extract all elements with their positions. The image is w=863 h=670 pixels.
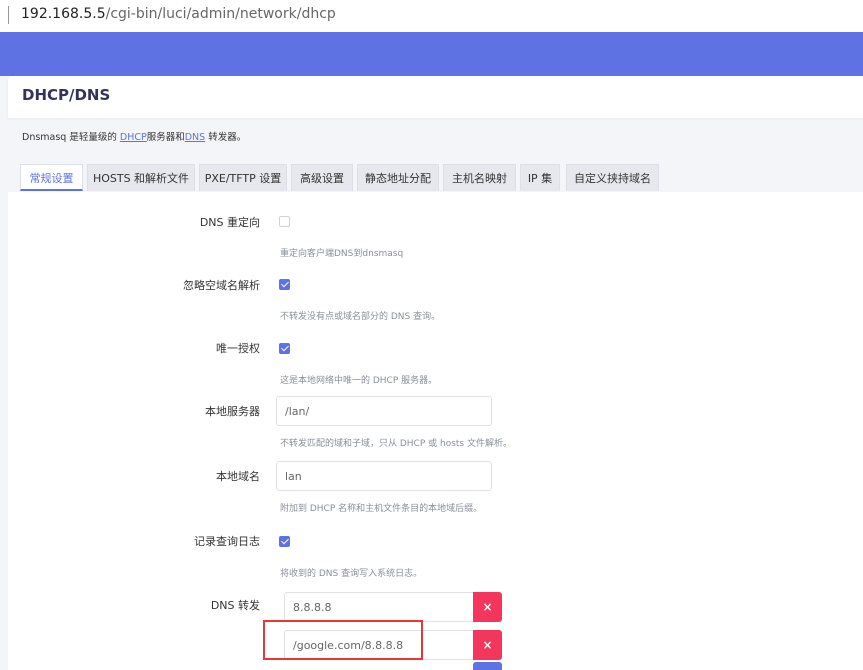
local-domain-label: 本地域名 bbox=[216, 470, 260, 483]
local-domain-hint: 附加到 DHCP 名称和主机文件条目的本地域后缀。 bbox=[280, 504, 483, 514]
local-server-label: 本地服务器 bbox=[205, 405, 260, 418]
page-description: Dnsmasq 是轻量级的 DHCP服务器和DNS 转发器。 bbox=[22, 129, 246, 143]
dns-forward-remove-button-1[interactable]: × bbox=[473, 592, 502, 622]
tab-ipsets[interactable]: IP 集 bbox=[520, 164, 560, 191]
local-domain-input[interactable] bbox=[276, 461, 492, 491]
dns-redirect-checkbox[interactable] bbox=[279, 216, 290, 227]
tab-hosts[interactable]: HOSTS 和解析文件 bbox=[87, 164, 195, 191]
tab-hostnames[interactable]: 主机名映射 bbox=[443, 164, 516, 191]
page-title: DHCP/DNS bbox=[22, 86, 111, 104]
ignore-empty-label: 忽略空域名解析 bbox=[183, 279, 260, 292]
authoritative-label: 唯一授权 bbox=[216, 342, 260, 355]
authoritative-checkbox[interactable] bbox=[279, 343, 290, 354]
dns-forward-label: DNS 转发 bbox=[210, 599, 260, 612]
tab-static-leases[interactable]: 静态地址分配 bbox=[357, 164, 439, 191]
address-bar-divider bbox=[8, 6, 9, 24]
settings-tabs: 常规设置 HOSTS 和解析文件 PXE/TFTP 设置 高级设置 静态地址分配… bbox=[8, 160, 863, 192]
top-header-bar bbox=[0, 32, 863, 76]
ignore-empty-checkbox[interactable] bbox=[279, 279, 290, 290]
dns-link[interactable]: DNS bbox=[185, 132, 205, 143]
url-text[interactable]: 192.168.5.5/cgi-bin/luci/admin/network/d… bbox=[21, 6, 336, 22]
page-title-container: DHCP/DNS bbox=[8, 76, 863, 118]
dns-forward-add-button[interactable] bbox=[473, 662, 502, 670]
dns-redirect-label: DNS 重定向 bbox=[199, 216, 260, 229]
dns-redirect-hint: 重定向客户端DNS到dnsmasq bbox=[280, 249, 404, 259]
ignore-empty-hint: 不转发没有点或域名部分的 DNS 查询。 bbox=[280, 312, 441, 322]
dhcp-link[interactable]: DHCP bbox=[120, 132, 147, 143]
dns-forward-input-1[interactable] bbox=[284, 592, 474, 622]
tab-pxe-tftp[interactable]: PXE/TFTP 设置 bbox=[199, 164, 287, 191]
log-queries-hint: 将收到的 DNS 查询写入系统日志。 bbox=[280, 569, 423, 579]
tab-custom-domains[interactable]: 自定义挟持域名 bbox=[566, 164, 659, 191]
local-server-hint: 不转发匹配的域和子域，只从 DHCP 或 hosts 文件解析。 bbox=[280, 439, 512, 449]
annotation-highlight-box bbox=[263, 620, 423, 660]
desc-middle: 服务器和 bbox=[146, 132, 185, 143]
log-queries-label: 记录查询日志 bbox=[194, 535, 260, 548]
url-path: /cgi-bin/luci/admin/network/dhcp bbox=[105, 6, 336, 22]
log-queries-checkbox[interactable] bbox=[279, 536, 290, 547]
browser-address-bar[interactable]: 192.168.5.5/cgi-bin/luci/admin/network/d… bbox=[0, 0, 863, 33]
url-host: 192.168.5.5 bbox=[21, 6, 106, 22]
tab-general[interactable]: 常规设置 bbox=[20, 164, 83, 191]
desc-suffix: 转发器。 bbox=[205, 132, 247, 143]
local-server-input[interactable] bbox=[276, 396, 492, 426]
tab-advanced[interactable]: 高级设置 bbox=[291, 164, 353, 191]
authoritative-hint: 这是本地网络中唯一的 DHCP 服务器。 bbox=[280, 376, 438, 386]
dns-forward-remove-button-2[interactable]: × bbox=[473, 630, 502, 660]
desc-prefix: Dnsmasq 是轻量级的 bbox=[22, 132, 120, 143]
